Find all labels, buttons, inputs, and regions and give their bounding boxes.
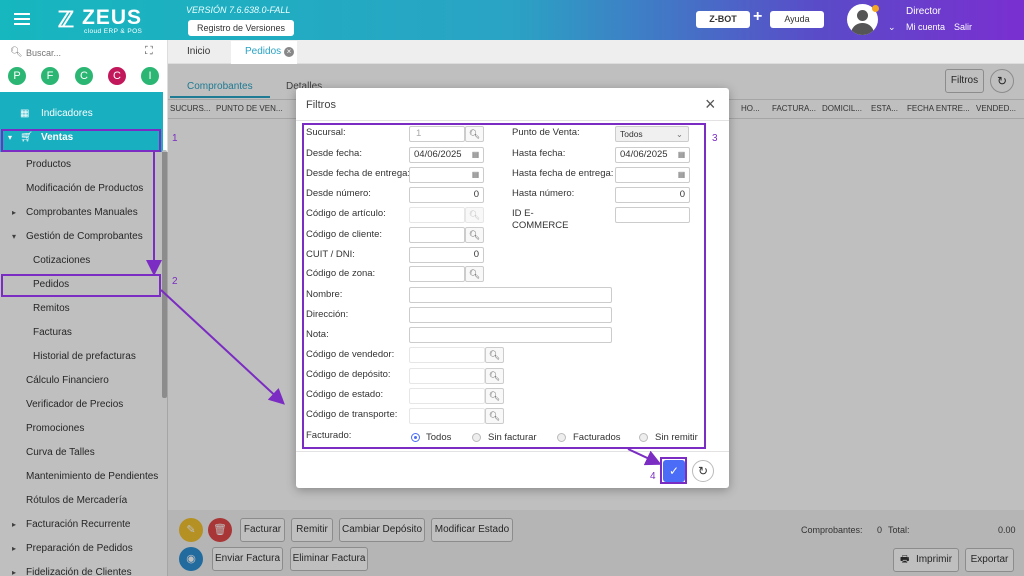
annotation-arrows [146, 152, 662, 466]
annotation-arrow [160, 289, 285, 405]
annotation-arrow [627, 448, 662, 466]
